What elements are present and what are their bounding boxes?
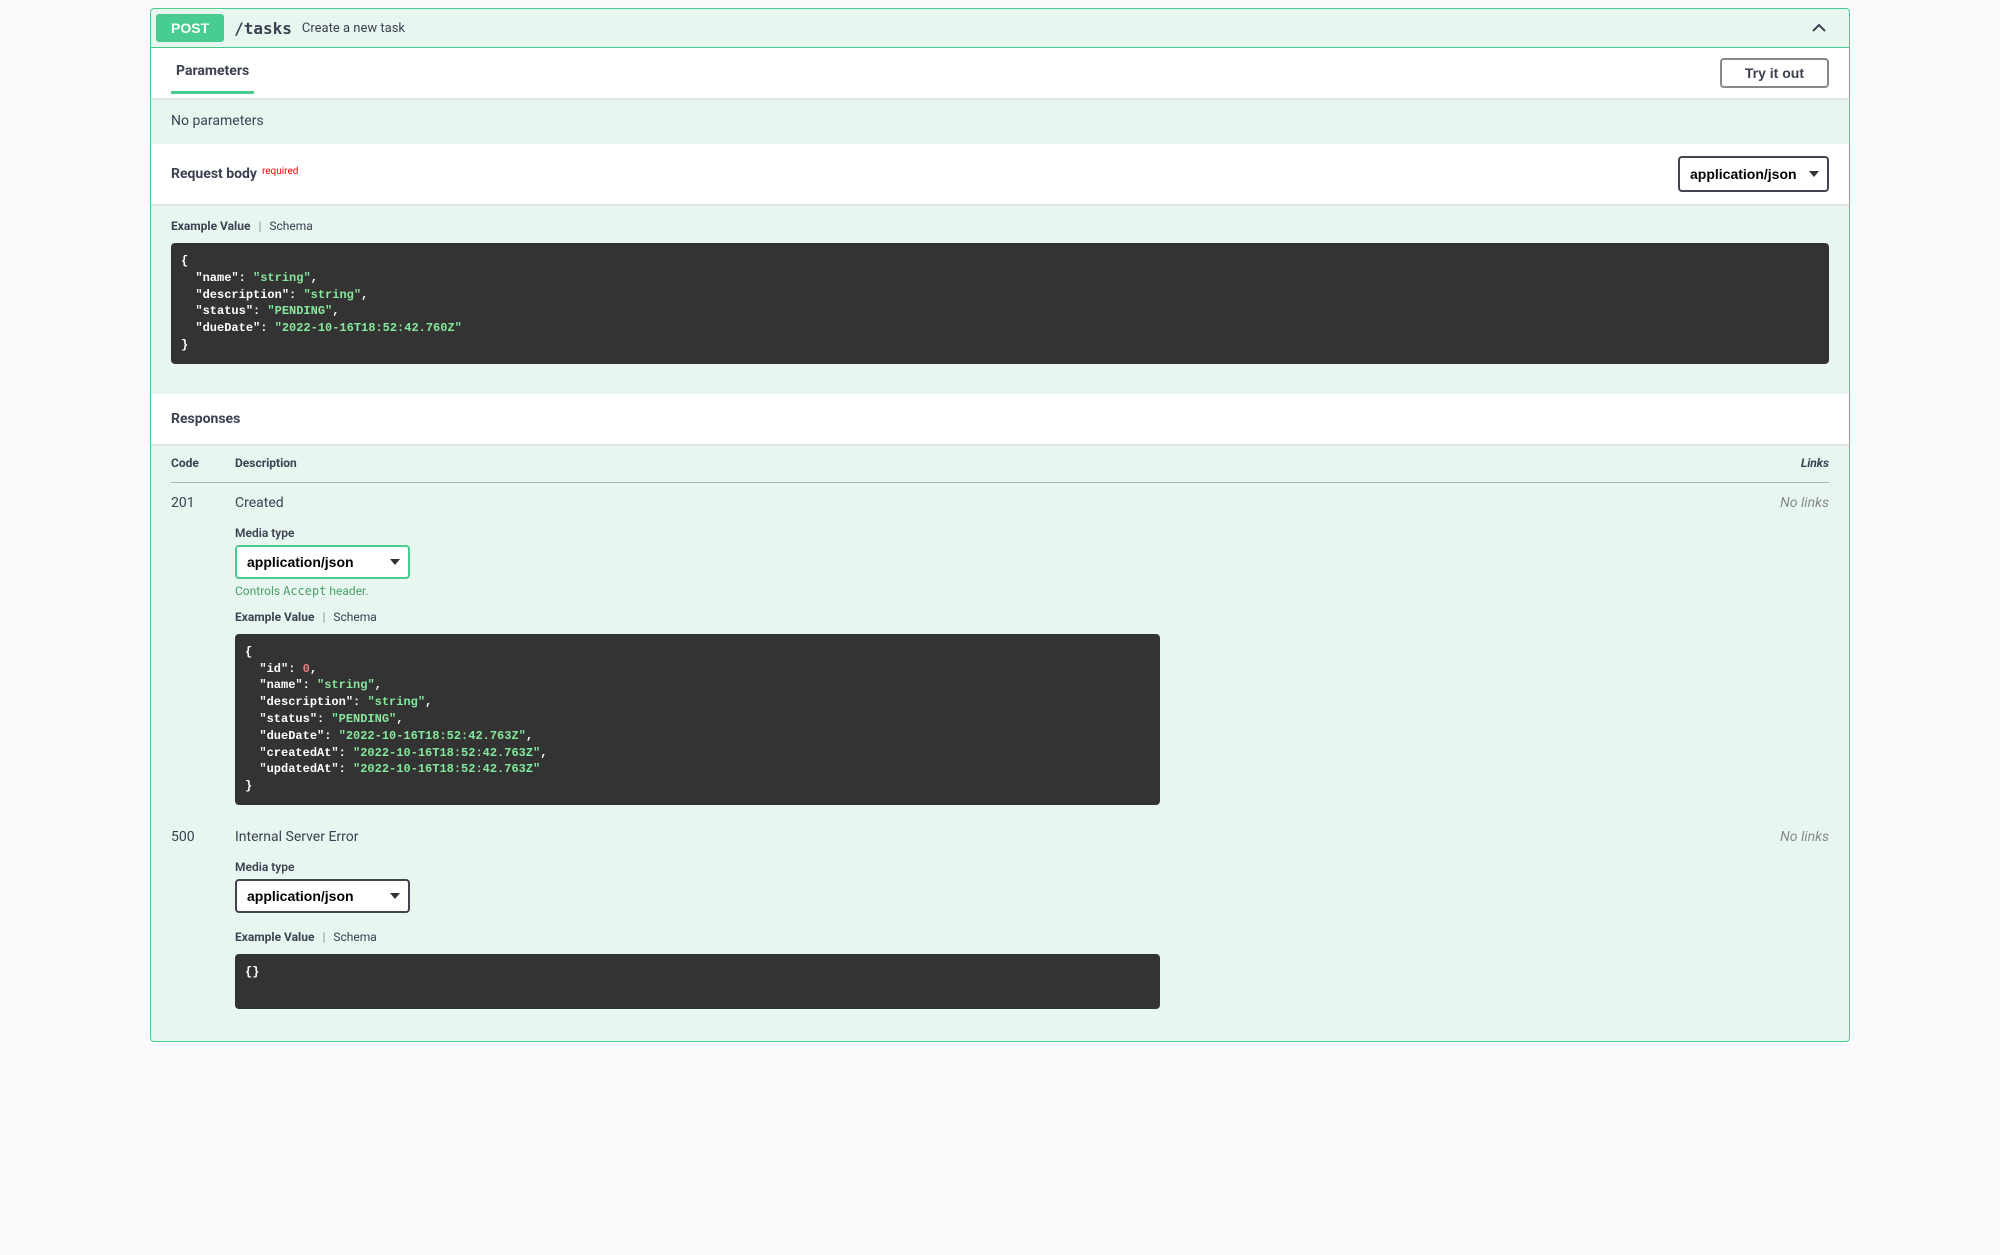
response-example-code[interactable]: {} (235, 954, 1160, 1009)
tab-example-value[interactable]: Example Value (235, 930, 322, 944)
request-body-header: Request body required application/json (151, 144, 1849, 204)
responses-section: Code Description Links 201Created Media t… (151, 444, 1849, 1041)
column-links: Links (1579, 444, 1829, 483)
example-schema-tabs: Example Value | Schema (171, 219, 1829, 233)
tab-schema[interactable]: Schema (269, 219, 320, 233)
operation-summary[interactable]: POST /tasks Create a new task (151, 9, 1849, 47)
responses-header: Responses (151, 394, 1849, 444)
media-type-select-wrapper: application/json (235, 879, 410, 913)
chevron-up-icon[interactable] (1809, 18, 1829, 38)
operation-body: Parameters Try it out No parameters Requ… (151, 47, 1849, 1041)
operation-path: /tasks (224, 19, 302, 38)
responses-label: Responses (171, 411, 240, 427)
column-code: Code (171, 444, 235, 483)
http-method-badge: POST (156, 14, 224, 42)
content-type-select[interactable]: application/json (1678, 156, 1829, 192)
example-schema-tabs: Example Value|Schema (235, 610, 1160, 624)
operation-description: Create a new task (302, 21, 1809, 36)
response-links: No links (1579, 482, 1829, 817)
tab-example-value[interactable]: Example Value (235, 610, 322, 624)
media-type-label: Media type (235, 526, 1160, 540)
content-type-select-wrapper: application/json (1678, 156, 1829, 192)
responses-table: Code Description Links 201Created Media t… (171, 444, 1829, 1021)
request-body-example: Example Value | Schema { "name": "string… (151, 204, 1849, 394)
media-type-select-wrapper: application/json (235, 545, 410, 579)
request-example-code[interactable]: { "name": "string", "description": "stri… (171, 243, 1829, 364)
example-schema-tabs: Example Value|Schema (235, 930, 1160, 944)
response-example-code[interactable]: { "id": 0, "name": "string", "descriptio… (235, 634, 1160, 805)
tab-parameters[interactable]: Parameters (171, 63, 254, 94)
request-body-label: Request body (171, 166, 257, 182)
no-parameters-message: No parameters (151, 98, 1849, 144)
operation-block: POST /tasks Create a new task Parameters… (150, 8, 1850, 1042)
media-type-select[interactable]: application/json (235, 545, 410, 579)
tab-schema[interactable]: Schema (333, 930, 384, 944)
response-code: 201 (171, 482, 235, 817)
response-description-cell: Created Media type application/json Control… (235, 482, 1579, 817)
media-type-select[interactable]: application/json (235, 879, 410, 913)
response-description: Created (235, 495, 1160, 511)
parameters-header: Parameters Try it out (151, 48, 1849, 98)
response-code: 500 (171, 817, 235, 1021)
response-links: No links (1579, 817, 1829, 1021)
tab-example-value[interactable]: Example Value (171, 219, 258, 233)
table-row: 500Internal Server Error Media type applic… (171, 817, 1829, 1021)
table-row: 201Created Media type application/json Cont… (171, 482, 1829, 817)
response-description-cell: Internal Server Error Media type applicati… (235, 817, 1579, 1021)
accept-header-helper: Controls Accept header. (235, 584, 1160, 598)
tab-schema[interactable]: Schema (333, 610, 384, 624)
column-description: Description (235, 444, 1579, 483)
try-it-out-button[interactable]: Try it out (1720, 58, 1829, 88)
required-badge: required (262, 166, 298, 177)
response-description: Internal Server Error (235, 829, 1160, 845)
media-type-label: Media type (235, 860, 1160, 874)
